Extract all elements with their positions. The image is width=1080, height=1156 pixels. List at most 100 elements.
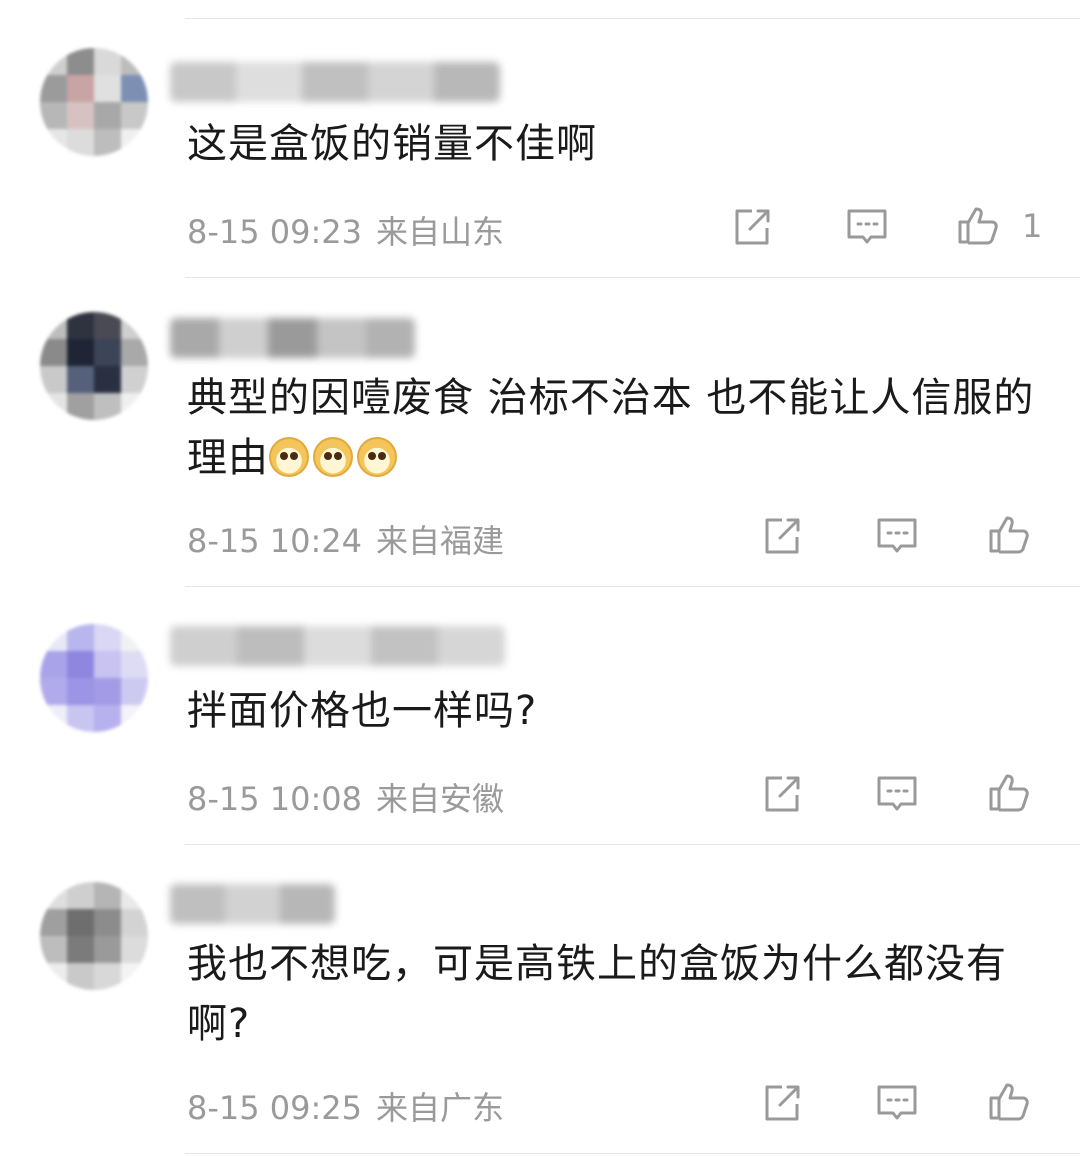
avatar-pixel — [94, 936, 121, 963]
share-button[interactable] — [760, 1081, 804, 1125]
comment-time: 8-15 10:24 — [187, 522, 363, 560]
avatar-pixel — [67, 963, 94, 990]
avatar-pixel — [67, 366, 94, 393]
reply-button[interactable] — [845, 205, 889, 249]
avatar-pixel — [94, 909, 121, 936]
comment-text: 我也不想吃，可是高铁上的盒饭为什么都没有啊? — [187, 941, 1007, 1047]
share-icon — [765, 776, 800, 812]
comment-list: 这是盒饭的销量不佳啊 8-15 09:23 来自山东 1 典型的因噎废食 治标不治… — [0, 0, 1080, 1156]
avatar-pixel — [40, 393, 67, 420]
avatar-pixel — [40, 909, 67, 936]
avatar-pixel — [94, 963, 121, 990]
avatar-pixel — [94, 129, 121, 156]
comment-meta: 8-15 09:23 来自山东 — [187, 207, 504, 253]
like-button[interactable] — [987, 512, 1031, 556]
avatar-pixel — [94, 339, 121, 366]
comment-location: 来自广东 — [376, 1089, 505, 1127]
reply-button[interactable] — [875, 772, 919, 816]
like-button[interactable] — [987, 1079, 1031, 1123]
avatar-pixel — [40, 129, 67, 156]
username[interactable] — [170, 884, 335, 924]
avatar-pixel — [121, 882, 148, 909]
username-mosaic — [317, 318, 367, 358]
avatar[interactable] — [40, 882, 148, 990]
avatar-pixel — [40, 624, 67, 651]
divider — [185, 277, 1080, 278]
username[interactable] — [170, 318, 415, 358]
comment-location: 来自福建 — [376, 522, 505, 560]
share-button[interactable] — [730, 205, 774, 249]
like-button[interactable] — [987, 770, 1031, 814]
avatar-pixel — [121, 75, 148, 102]
comment-icon — [877, 776, 917, 811]
username-mosaic — [368, 62, 435, 102]
avatar[interactable] — [40, 624, 148, 732]
avatar-pixel — [94, 678, 121, 705]
username-mosaic — [438, 626, 505, 666]
username-mosaic — [170, 318, 220, 358]
avatar-pixel — [40, 936, 67, 963]
share-button[interactable] — [760, 514, 804, 558]
reply-button[interactable] — [875, 1081, 919, 1125]
avatar-pixel — [121, 366, 148, 393]
avatar[interactable] — [40, 48, 148, 156]
avatar-pixel — [67, 393, 94, 420]
username[interactable] — [170, 626, 505, 666]
avatar-pixel — [121, 393, 148, 420]
avatar-pixel — [121, 129, 148, 156]
avatar-pixel — [121, 48, 148, 75]
avatar-pixel — [94, 705, 121, 732]
divider — [185, 844, 1080, 845]
username-mosaic — [170, 62, 237, 102]
username-mosaic — [304, 626, 372, 666]
avatar-pixel — [67, 75, 94, 102]
avatar-pixel — [67, 48, 94, 75]
comment-icon — [877, 1085, 917, 1120]
username-mosaic — [280, 884, 335, 924]
avatar-pixel — [94, 882, 121, 909]
comment-time: 8-15 09:25 — [187, 1089, 363, 1127]
avatar-pixel — [40, 366, 67, 393]
doge-emoji-icon — [269, 437, 309, 477]
avatar-pixel — [40, 678, 67, 705]
avatar-pixel — [40, 102, 67, 129]
avatar-pixel — [67, 129, 94, 156]
avatar-pixel — [67, 909, 94, 936]
username-mosaic — [219, 318, 269, 358]
like-count: 1 — [1022, 207, 1043, 245]
reply-button[interactable] — [875, 514, 919, 558]
avatar-pixel — [40, 48, 67, 75]
divider — [185, 586, 1080, 587]
username-mosaic — [434, 62, 500, 102]
share-icon — [735, 209, 770, 245]
thumbs-up-icon — [989, 774, 1029, 812]
share-icon — [765, 1085, 800, 1121]
avatar-pixel — [67, 624, 94, 651]
comment-time: 8-15 09:23 — [187, 213, 363, 251]
thumbs-up-icon — [989, 1083, 1029, 1121]
username-mosaic — [237, 626, 305, 666]
like-button[interactable] — [956, 203, 1000, 247]
divider — [185, 1153, 1080, 1154]
username[interactable] — [170, 62, 500, 102]
username-mosaic — [170, 884, 226, 924]
avatar-pixel — [94, 651, 121, 678]
thumbs-up-icon — [958, 207, 998, 245]
username-mosaic — [225, 884, 281, 924]
comment-time: 8-15 10:08 — [187, 780, 363, 818]
avatar-pixel — [121, 678, 148, 705]
username-mosaic — [268, 318, 318, 358]
thumbs-up-icon — [989, 516, 1029, 554]
avatar-pixel — [67, 705, 94, 732]
share-button[interactable] — [760, 772, 804, 816]
avatar[interactable] — [40, 312, 148, 420]
comment-icon — [877, 518, 917, 553]
avatar-pixel — [94, 75, 121, 102]
username-mosaic — [170, 626, 238, 666]
avatar-pixel — [40, 882, 67, 909]
avatar-pixel — [121, 936, 148, 963]
avatar-pixel — [121, 909, 148, 936]
avatar-pixel — [94, 312, 121, 339]
doge-emoji-icon — [313, 437, 353, 477]
username-mosaic — [236, 62, 303, 102]
